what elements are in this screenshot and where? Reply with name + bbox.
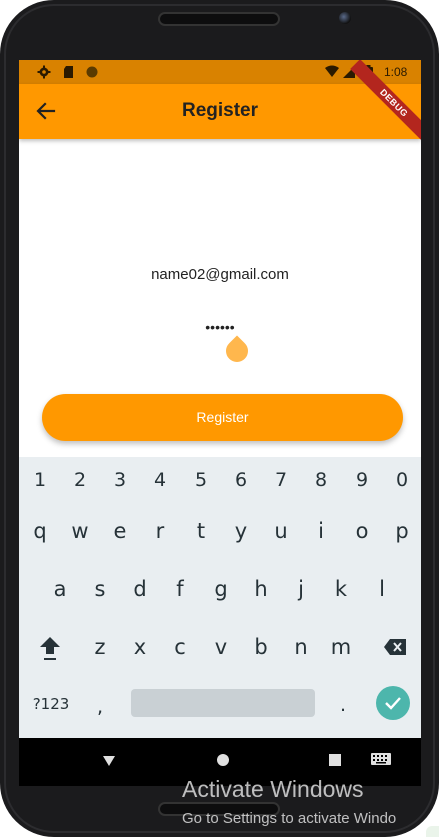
soft-keyboard: 1 2 3 4 5 6 7 8 9 0 q w e r t y u i o p … [19,457,421,738]
key-y[interactable]: y [223,508,259,554]
email-field[interactable]: name02@gmail.com [19,266,421,283]
key-u[interactable]: u [263,508,299,554]
key-3[interactable]: 3 [102,457,138,503]
key-j[interactable]: j [283,566,319,612]
key-h[interactable]: h [243,566,279,612]
key-e[interactable]: e [102,508,138,554]
phone-screen: 1:08 Register DEBUG name02@gmail.com •••… [19,60,421,786]
key-1[interactable]: 1 [22,457,58,503]
corner-badge [426,826,439,837]
checkmark-icon [385,697,401,710]
key-q[interactable]: q [22,508,58,554]
key-d[interactable]: d [122,566,158,612]
key-z[interactable]: z [82,624,118,670]
key-9[interactable]: 9 [344,457,380,503]
password-field[interactable]: •••••• [19,319,421,335]
key-o[interactable]: o [344,508,380,554]
key-m[interactable]: m [323,624,359,670]
key-g[interactable]: g [203,566,239,612]
key-r[interactable]: r [142,508,178,554]
key-x[interactable]: x [122,624,158,670]
phone-frame: 1:08 Register DEBUG name02@gmail.com •••… [0,0,439,837]
key-l[interactable]: l [364,566,400,612]
symbols-key[interactable]: ?123 [27,681,75,727]
space-bar[interactable] [131,689,315,717]
page-title: Register [181,100,259,121]
key-8[interactable]: 8 [303,457,339,503]
top-speaker [158,12,280,26]
key-w[interactable]: w [62,508,98,554]
key-s[interactable]: s [82,566,118,612]
circle-icon [86,66,98,78]
wifi-icon [325,65,339,77]
key-p[interactable]: p [384,508,420,554]
activate-windows-title: Activate Windows [182,776,364,802]
key-7[interactable]: 7 [263,457,299,503]
key-c[interactable]: c [162,624,198,670]
key-i[interactable]: i [303,508,339,554]
period-key[interactable]: . [325,682,361,728]
gear-icon [37,65,51,79]
text-cursor-handle[interactable] [221,335,253,367]
key-v[interactable]: v [203,624,239,670]
shift-icon[interactable] [32,625,68,671]
key-6[interactable]: 6 [223,457,259,503]
key-k[interactable]: k [323,566,359,612]
key-t[interactable]: t [183,508,219,554]
key-5[interactable]: 5 [183,457,219,503]
key-2[interactable]: 2 [62,457,98,503]
square-recents-icon[interactable] [329,754,341,766]
app-bar: Register DEBUG [19,60,421,147]
sd-card-icon [64,66,73,78]
triangle-back-icon[interactable] [101,754,117,768]
keyboard-icon[interactable] [371,753,391,767]
key-f[interactable]: f [162,566,198,612]
register-button[interactable]: Register [42,394,403,441]
comma-key[interactable]: , [82,684,118,730]
key-n[interactable]: n [283,624,319,670]
activate-windows-subtitle: Go to Settings to activate Windo [182,810,397,827]
front-camera [339,12,351,24]
key-0[interactable]: 0 [384,457,420,503]
key-b[interactable]: b [243,624,279,670]
circle-home-icon[interactable] [216,753,230,767]
key-a[interactable]: a [42,566,78,612]
backspace-icon[interactable] [376,624,412,670]
enter-key[interactable] [376,686,410,720]
status-time: 1:08 [384,65,408,79]
key-4[interactable]: 4 [142,457,178,503]
